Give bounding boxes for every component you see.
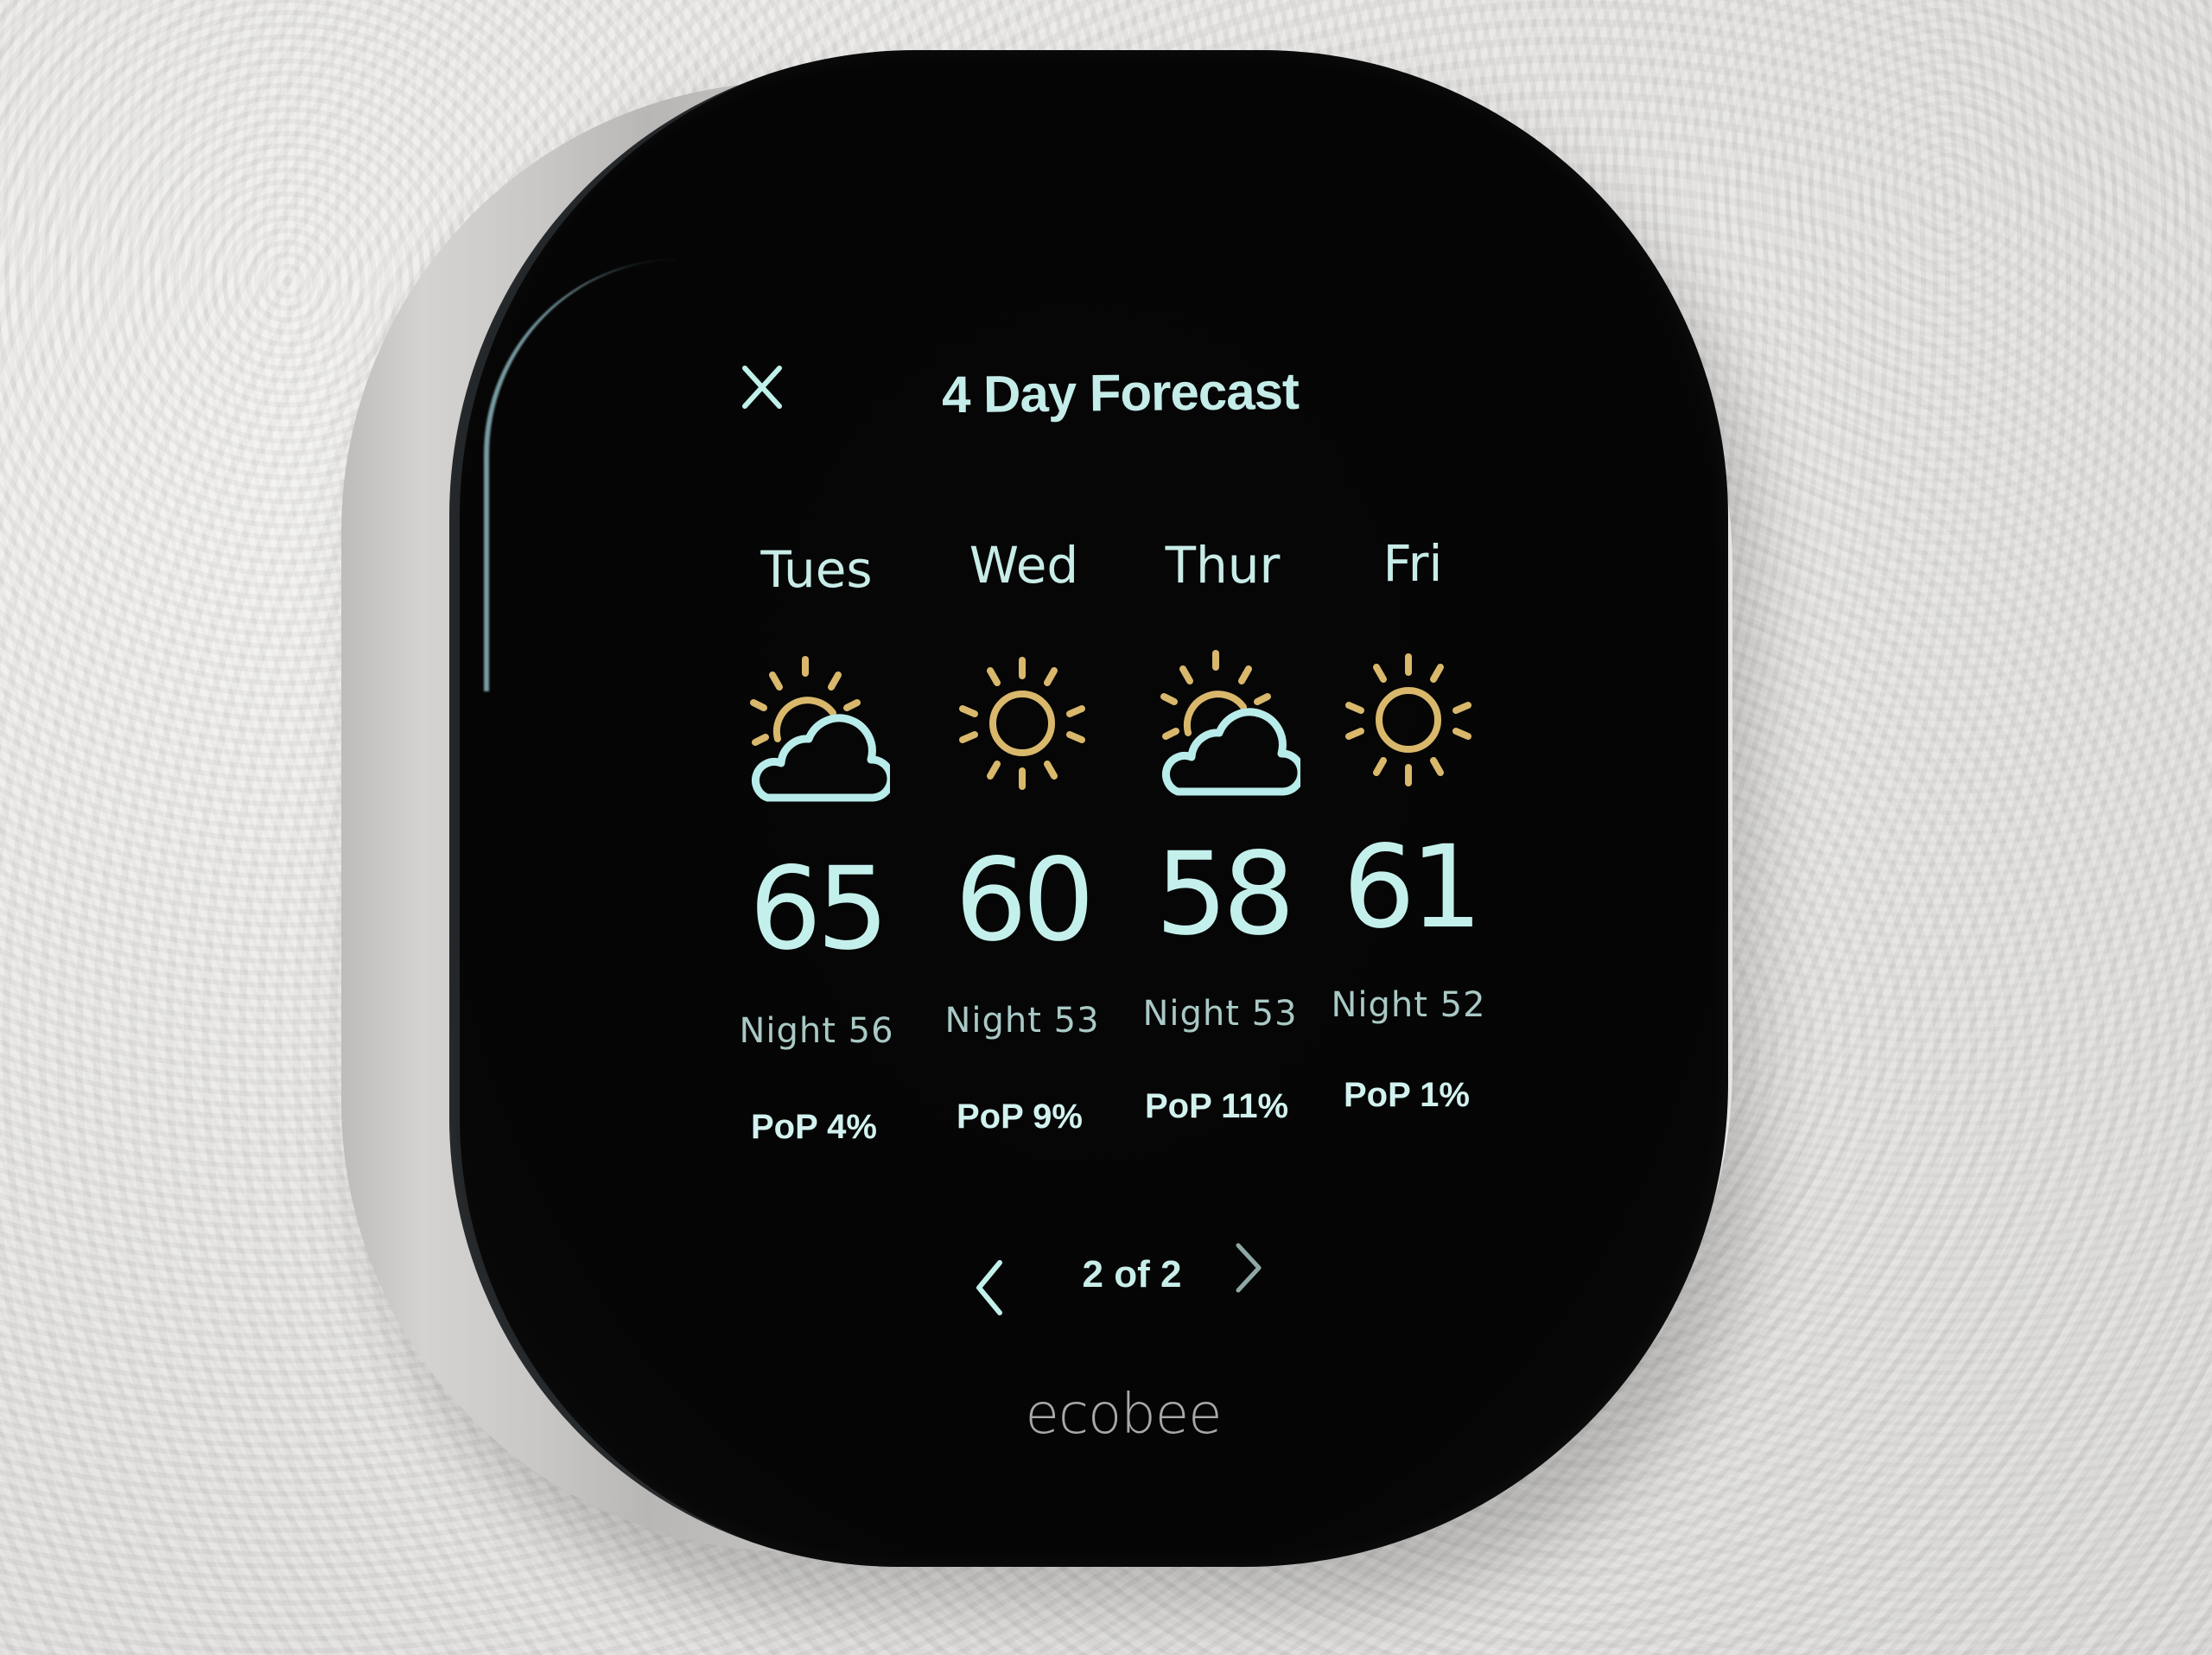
forecast-day-3: Fri bbox=[1318, 534, 1508, 593]
night-temp: Night 53 bbox=[1142, 994, 1298, 1034]
night-temp: Night 53 bbox=[944, 1001, 1100, 1041]
partly-cloudy-icon bbox=[750, 656, 890, 802]
close-button[interactable] bbox=[740, 363, 785, 411]
page-indicator: 2 of 2 bbox=[1082, 1253, 1182, 1295]
precip-probability: PoP 9% bbox=[957, 1098, 1083, 1136]
precip-probability: PoP 4% bbox=[751, 1108, 877, 1146]
forecast-screen: 4 Day Forecast Tues Wed Thur Fri 65 60 5… bbox=[0, 0, 2212, 1655]
day-label: Tues bbox=[760, 540, 873, 599]
chevron-left-icon bbox=[976, 1260, 1002, 1315]
sun-icon bbox=[959, 657, 1085, 790]
brand-logo: ecobee bbox=[1025, 1383, 1222, 1447]
high-temp: 58 bbox=[1155, 828, 1295, 961]
close-icon bbox=[742, 366, 782, 409]
night-temp: Night 56 bbox=[739, 1011, 894, 1051]
day-label: Fri bbox=[1382, 534, 1443, 593]
sun-icon bbox=[1345, 653, 1471, 786]
page-title: 4 Day Forecast bbox=[941, 361, 1300, 424]
previous-page-button[interactable] bbox=[972, 1257, 1007, 1318]
high-temp: 65 bbox=[749, 843, 889, 976]
day-label: Wed bbox=[969, 536, 1079, 595]
partly-cloudy-icon bbox=[1160, 650, 1300, 796]
forecast-day-2: Thur bbox=[1128, 536, 1318, 595]
day-label: Thur bbox=[1165, 536, 1281, 595]
forecast-day-0: Tues bbox=[721, 540, 912, 599]
forecast-day-1: Wed bbox=[929, 536, 1119, 595]
next-page-button[interactable] bbox=[1231, 1240, 1266, 1301]
night-temp: Night 52 bbox=[1331, 985, 1486, 1025]
chevron-right-icon bbox=[1236, 1243, 1262, 1293]
precip-probability: PoP 1% bbox=[1344, 1076, 1470, 1114]
high-temp: 61 bbox=[1343, 821, 1483, 954]
high-temp: 60 bbox=[955, 834, 1095, 967]
precip-probability: PoP 11% bbox=[1144, 1087, 1289, 1125]
